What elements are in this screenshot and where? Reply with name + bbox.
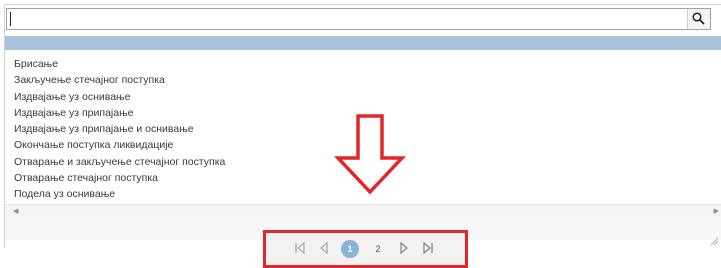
list-item[interactable]: Закључење стечајног поступка (14, 72, 225, 88)
horizontal-scrollbar[interactable]: ◀ ▶ (5, 204, 721, 216)
scroll-left-icon[interactable]: ◀ (13, 207, 18, 215)
list-item[interactable]: Подела уз оснивање (14, 186, 225, 202)
resize-grip-icon[interactable] (709, 236, 719, 246)
search-input[interactable] (6, 8, 711, 30)
list-item[interactable]: Окончање поступка ликвидације (14, 137, 225, 153)
next-page-icon[interactable] (397, 241, 411, 257)
page-button[interactable]: 2 (369, 240, 387, 258)
page-button-current[interactable]: 1 (341, 240, 359, 258)
search-icon (692, 12, 705, 25)
selected-option-row[interactable] (5, 36, 721, 50)
text-caret (10, 12, 11, 26)
last-page-icon[interactable] (421, 241, 435, 257)
down-arrow-icon (334, 114, 406, 195)
prev-page-icon[interactable] (317, 241, 331, 257)
list-item[interactable]: Брисање (14, 56, 225, 72)
search-button[interactable] (687, 9, 710, 29)
first-page-icon[interactable] (293, 241, 307, 257)
list-item[interactable]: Отварање и закључење стечајног поступка (14, 154, 225, 170)
list-item[interactable]: Издвајање уз оснивање (14, 89, 225, 105)
options-list: Брисање Закључење стечајног поступка Изд… (14, 56, 225, 203)
list-item[interactable]: Отварање стечајног поступка (14, 170, 225, 186)
scroll-right-icon[interactable]: ▶ (714, 207, 719, 215)
list-item[interactable]: Издвајање уз припајање (14, 105, 225, 121)
pagination: 1 2 (293, 240, 435, 258)
list-item[interactable]: Издвајање уз припајање и оснивање (14, 121, 225, 137)
